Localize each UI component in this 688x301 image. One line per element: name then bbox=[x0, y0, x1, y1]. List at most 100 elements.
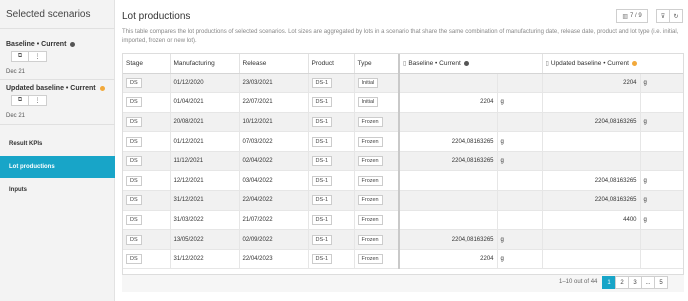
cell-baseline-unit bbox=[497, 210, 543, 231]
scenario-date: Dec 21 bbox=[6, 69, 26, 75]
cell-updated-unit bbox=[640, 151, 683, 172]
scenario-color-dot bbox=[99, 86, 105, 91]
cell-baseline-unit bbox=[497, 190, 543, 211]
pagination-summary: 1–10 out of 44 bbox=[559, 279, 598, 285]
column-header-manufacturing[interactable]: Manufacturing bbox=[170, 54, 240, 74]
type-tag: Frozen bbox=[357, 195, 383, 206]
product-tag: DS-1 bbox=[311, 156, 333, 167]
cell-manufacturing: 20/08/2021 bbox=[170, 112, 240, 133]
columns-icon: ▥ bbox=[622, 13, 628, 20]
stage-tag: DS bbox=[126, 214, 142, 225]
type-tag: Frozen bbox=[357, 136, 383, 147]
table-row: DS 01/04/2021 22/07/2021 DS-1 Initial 2204 g bbox=[123, 92, 683, 113]
cell-updated-value bbox=[542, 249, 641, 270]
page-description: This table compares the lot productions … bbox=[122, 29, 679, 44]
scenario-name-baseline: Baseline • Current bbox=[6, 41, 76, 48]
stage-tag: DS bbox=[126, 77, 142, 88]
cell-release: 07/03/2022 bbox=[239, 131, 309, 152]
nav-item-inputs[interactable]: Inputs bbox=[0, 179, 115, 201]
cell-release: 21/07/2022 bbox=[239, 210, 309, 231]
table-row: DS 13/05/2022 02/09/2022 DS-1 Frozen 2204,081… bbox=[123, 229, 683, 250]
column-header-product[interactable]: Product bbox=[308, 54, 355, 74]
table-row: DS 20/08/2021 10/12/2021 DS-1 Frozen 2204,081… bbox=[123, 112, 683, 133]
page-button-5[interactable]: 5 bbox=[654, 276, 668, 289]
cell-updated-unit bbox=[640, 249, 683, 270]
more-icon[interactable]: ⋮ bbox=[29, 51, 47, 62]
cell-baseline-value bbox=[399, 170, 498, 192]
table-footer bbox=[122, 274, 684, 292]
cell-baseline-value: 2204 bbox=[399, 92, 498, 113]
column-header-type[interactable]: Type bbox=[354, 54, 400, 74]
cell-product: DS-1 bbox=[308, 131, 355, 152]
column-header-label: Baseline • Current bbox=[408, 59, 461, 67]
cell-updated-unit: g bbox=[640, 210, 683, 231]
copy-icon[interactable]: ⧉ bbox=[11, 51, 29, 62]
cell-updated-unit bbox=[640, 92, 683, 113]
cell-updated-unit: g bbox=[640, 112, 683, 133]
cell-baseline-value bbox=[399, 73, 498, 94]
cell-manufacturing: 31/12/2021 bbox=[170, 190, 240, 211]
type-tag: Frozen bbox=[357, 116, 383, 127]
cell-updated-value: 2204 bbox=[542, 73, 641, 94]
cell-type: Frozen bbox=[354, 131, 400, 152]
cell-updated-value bbox=[542, 151, 641, 172]
sidebar: Selected scenarios Baseline • Current ⧉ … bbox=[0, 0, 115, 301]
more-icon[interactable]: ⋮ bbox=[29, 95, 47, 106]
cell-baseline-value: 2204 bbox=[399, 249, 498, 270]
table-row: DS 01/12/2021 07/03/2022 DS-1 Frozen 2204,081… bbox=[123, 131, 683, 152]
filter-icon[interactable]: ⊽ bbox=[656, 9, 670, 23]
cell-updated-value: 4400 bbox=[542, 210, 641, 231]
cell-baseline-unit: g bbox=[497, 229, 543, 250]
cell-updated-value bbox=[542, 229, 641, 250]
columns-button[interactable]: ▥ 7 / 9 bbox=[616, 9, 648, 23]
lot-productions-table: Stage Manufacturing Release Product Type… bbox=[122, 53, 684, 292]
cell-updated-unit: g bbox=[640, 73, 683, 94]
column-header-stage[interactable]: Stage bbox=[123, 54, 171, 74]
cell-manufacturing: 01/04/2021 bbox=[170, 92, 240, 113]
product-tag: DS-1 bbox=[311, 97, 333, 108]
cell-manufacturing: 31/12/2022 bbox=[170, 249, 240, 270]
type-tag: Frozen bbox=[357, 254, 383, 265]
cell-stage: DS bbox=[123, 151, 171, 172]
divider bbox=[0, 28, 115, 29]
nav-item-result-kpis[interactable]: Result KPIs bbox=[0, 133, 115, 155]
stage-tag: DS bbox=[126, 175, 142, 186]
scenario-name-updated-baseline: Updated baseline • Current bbox=[6, 85, 105, 92]
cell-type: Frozen bbox=[354, 151, 400, 172]
refresh-icon[interactable]: ↻ bbox=[669, 9, 683, 23]
product-tag: DS-1 bbox=[311, 136, 333, 147]
copy-icon[interactable]: ⧉ bbox=[11, 95, 29, 106]
cell-baseline-value: 2204,08163265 bbox=[399, 131, 498, 152]
cell-updated-unit: g bbox=[640, 170, 683, 192]
scenario-label: Updated baseline • Current bbox=[6, 85, 96, 92]
cell-manufacturing: 31/03/2022 bbox=[170, 210, 240, 231]
column-header-baseline[interactable]: ▯ Baseline • Current bbox=[399, 54, 543, 74]
cell-stage: DS bbox=[123, 249, 171, 270]
cell-updated-value bbox=[542, 92, 641, 113]
document-icon: ▯ bbox=[545, 60, 549, 67]
column-header-release[interactable]: Release bbox=[239, 54, 309, 74]
document-icon: ▯ bbox=[403, 60, 407, 67]
page-button-3[interactable]: 3 bbox=[628, 276, 642, 289]
cell-manufacturing: 01/12/2021 bbox=[170, 131, 240, 152]
nav-item-lot-productions[interactable]: Lot productions bbox=[0, 156, 115, 178]
cell-type: Frozen bbox=[354, 170, 400, 192]
scenario-label: Baseline • Current bbox=[6, 41, 67, 48]
table-row: DS 01/12/2020 23/03/2021 DS-1 Initial 2204 g bbox=[123, 73, 683, 94]
page-button-2[interactable]: 2 bbox=[615, 276, 629, 289]
product-tag: DS-1 bbox=[311, 234, 333, 245]
stage-tag: DS bbox=[126, 195, 142, 206]
cell-updated-value bbox=[542, 131, 641, 152]
cell-product: DS-1 bbox=[308, 92, 355, 113]
cell-baseline-unit: g bbox=[497, 151, 543, 172]
type-tag: Frozen bbox=[357, 175, 383, 186]
product-tag: DS-1 bbox=[311, 214, 333, 225]
cell-release: 22/04/2022 bbox=[239, 190, 309, 211]
scenario-actions: ⧉ ⋮ bbox=[11, 51, 47, 62]
cell-type: Frozen bbox=[354, 210, 400, 231]
cell-updated-unit: g bbox=[640, 190, 683, 211]
product-tag: DS-1 bbox=[311, 254, 333, 265]
cell-type: Initial bbox=[354, 73, 400, 94]
page-button-1[interactable]: 1 bbox=[602, 276, 616, 289]
column-header-updated-baseline[interactable]: ▯ Updated baseline • Current bbox=[542, 54, 683, 74]
